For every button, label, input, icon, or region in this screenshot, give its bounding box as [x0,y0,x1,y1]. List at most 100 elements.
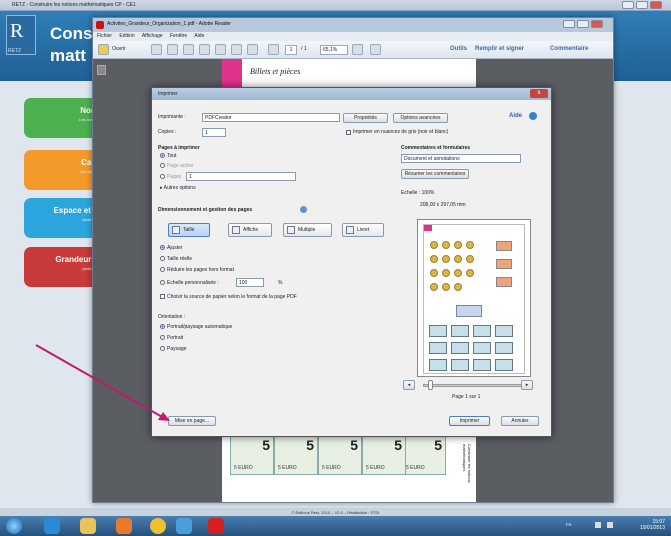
coin-image [454,269,462,277]
prev-page-button[interactable]: ◂ [403,380,415,390]
menu-fichier[interactable]: Fichier [97,33,112,39]
close-button[interactable] [650,1,662,9]
pages-current-radio[interactable] [160,163,165,168]
page-setup-button[interactable]: Mise en page... [168,416,216,426]
orient-landscape-radio[interactable] [160,346,165,351]
pages-all-label: Tout [167,153,177,159]
pages-all-radio[interactable] [160,153,165,158]
explorer-icon[interactable] [80,518,96,534]
volume-icon[interactable] [607,522,613,528]
print-button[interactable]: Imprimer [449,416,490,426]
preview-page [423,224,525,374]
poster-button[interactable]: Affiche [228,223,272,237]
banknote-image: 55 EURO [274,435,318,475]
taskbar: FR 15:07 19/01/2013 [0,516,671,536]
tools-tab[interactable]: Outils [450,46,467,52]
retz-title-line1: Cons [50,24,93,43]
menu-affichage[interactable]: Affichage [142,33,163,39]
pages-range-radio[interactable] [160,174,165,179]
media-player-icon[interactable] [116,518,132,534]
chrome-icon[interactable] [150,518,166,534]
print-icon[interactable] [231,44,242,55]
banknote-5-image [429,325,447,337]
open-label[interactable]: Ouvrir [112,46,126,52]
share-icon[interactable] [199,44,210,55]
help-link[interactable]: Aide [509,113,522,119]
fit-radio[interactable] [160,245,165,250]
ie-icon[interactable] [44,518,60,534]
coin-image [442,241,450,249]
select-tool-icon[interactable] [370,44,381,55]
create-pdf-icon[interactable] [151,44,162,55]
shrink-radio[interactable] [160,267,165,272]
retz-app-icon[interactable] [176,518,192,534]
network-icon[interactable] [595,522,601,528]
coin-image [454,283,462,291]
menu-aide[interactable]: Aide [194,33,204,39]
category-grandeur[interactable]: Grandeur e (activités [24,247,102,287]
banknote-5-image [495,325,513,337]
summarize-comments-button[interactable]: Résumer les commentaires [401,169,469,179]
tray-clock[interactable]: 15:07 19/01/2013 [640,519,665,531]
category-espace[interactable]: Espace et g (activités [24,198,102,238]
size-button[interactable]: Taille [168,223,210,237]
orient-auto-radio[interactable] [160,324,165,329]
coin-image [466,255,474,263]
retz-title-line2: matt [50,46,86,65]
paper-source-checkbox[interactable] [160,294,165,299]
pages-range-input[interactable]: 1 [186,172,296,181]
pages-panel-icon[interactable] [97,65,106,75]
custom-scale-radio[interactable] [160,280,165,285]
email-icon[interactable] [247,44,258,55]
maximize-button[interactable] [636,1,648,9]
reader-maximize-button[interactable] [577,20,589,28]
menu-edition[interactable]: Edition [119,33,134,39]
adobe-reader-taskbar-icon[interactable] [208,518,224,534]
save-icon[interactable] [215,44,226,55]
comment-tab[interactable]: Commentaire [550,46,588,52]
page-number-input[interactable]: 1 [285,45,297,55]
copies-label: Copies : [158,129,177,135]
zoom-dropdown-chevron-icon[interactable] [352,44,363,55]
comments-select[interactable]: Document et annotations [401,154,521,163]
actual-size-radio[interactable] [160,256,165,261]
info-icon[interactable] [300,206,307,213]
reader-minimize-button[interactable] [563,20,575,28]
printer-select[interactable]: PDFCreator [202,113,340,122]
menu-fenetre[interactable]: Fenêtre [170,33,187,39]
zoom-select[interactable]: 65,1% [320,45,348,55]
preview-slider[interactable] [423,384,533,387]
more-options-toggle[interactable]: ▸ Autres options [160,185,196,191]
outer-window-title: RETZ - Construire les notions mathématiq… [12,2,136,8]
category-calcul[interactable]: Calc Les faits n [24,150,102,190]
pages-current-label: Page active [167,163,194,169]
category-sub: (activités [82,217,98,222]
custom-scale-input[interactable]: 100 [236,278,264,287]
booklet-button[interactable]: Livret [342,223,384,237]
multiple-button[interactable]: Multiple [283,223,332,237]
help-icon[interactable] [529,112,537,120]
cancel-button[interactable]: Annuler [501,416,539,426]
minimize-button[interactable] [622,1,634,9]
banknote-5-image [495,359,513,371]
coin-image [430,241,438,249]
tray-language[interactable]: FR [566,522,571,527]
fill-sign-tab[interactable]: Remplir et signer [475,46,524,52]
orient-portrait-radio[interactable] [160,335,165,340]
category-sub: Les faits n [79,169,98,174]
properties-button[interactable]: Propriétés [343,113,388,123]
edit-icon[interactable] [167,44,178,55]
reader-close-button[interactable] [591,20,603,28]
page-up-icon[interactable] [268,44,279,55]
category-nombres[interactable]: Nom Les nombr [24,98,102,138]
next-page-button[interactable]: ▸ [521,380,533,390]
copies-input[interactable]: 1 [202,128,226,137]
settings-icon[interactable] [183,44,194,55]
size-icon [172,226,180,234]
preview-slider-thumb[interactable] [428,380,433,390]
dialog-close-icon[interactable]: x [530,89,548,98]
open-folder-icon[interactable] [98,44,109,55]
start-button-icon[interactable] [6,518,22,534]
grayscale-checkbox[interactable] [346,130,351,135]
advanced-options-button[interactable]: Options avancées [393,113,448,123]
